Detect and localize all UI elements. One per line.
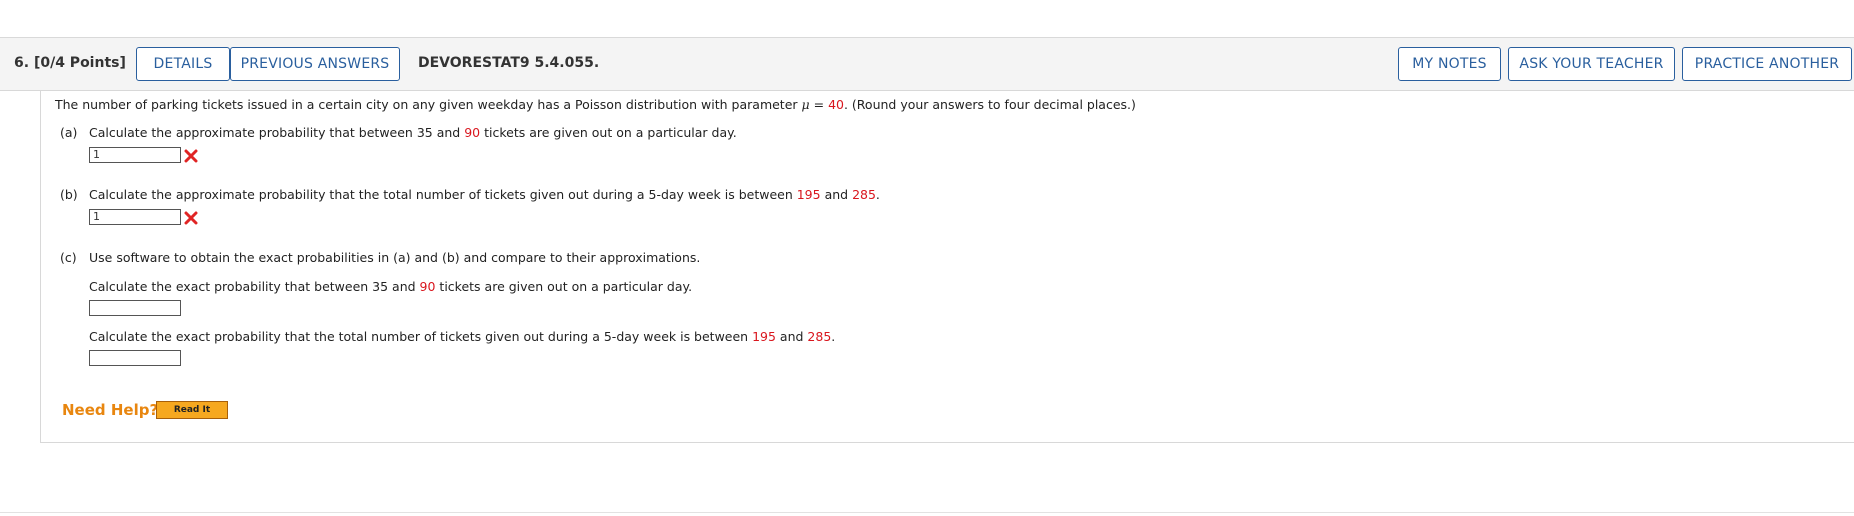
question-number: 6. [0/4 Points]: [14, 55, 126, 71]
incorrect-x-icon: [184, 211, 198, 225]
part-b-question: Calculate the approximate probability th…: [89, 187, 880, 202]
details-button[interactable]: DETAILS: [136, 47, 230, 81]
my-notes-button[interactable]: MY NOTES: [1398, 47, 1501, 81]
read-it-button[interactable]: Read It: [156, 401, 228, 419]
part-a-label: (a): [60, 125, 78, 140]
practice-another-button[interactable]: PRACTICE ANOTHER: [1682, 47, 1852, 81]
ask-your-teacher-button[interactable]: ASK YOUR TEACHER: [1508, 47, 1675, 81]
part-a-question: Calculate the approximate probability th…: [89, 125, 737, 140]
question-header: 6. [0/4 Points] DETAILS PREVIOUS ANSWERS…: [0, 38, 1854, 91]
need-help-label: Need Help?: [62, 401, 159, 419]
mu-symbol: μ: [801, 97, 810, 112]
problem-statement: The number of parking tickets issued in …: [55, 97, 1136, 112]
mu-value: 40: [828, 97, 844, 112]
bottom-divider: [0, 512, 1854, 513]
part-b-label: (b): [60, 187, 78, 202]
part-c-instruction: Use software to obtain the exact probabi…: [89, 250, 701, 265]
incorrect-x-icon: [184, 149, 198, 163]
part-a-answer-field[interactable]: 1: [89, 147, 181, 163]
previous-answers-button[interactable]: PREVIOUS ANSWERS: [230, 47, 400, 81]
question-panel: [40, 90, 1854, 443]
problem-code: DEVORESTAT9 5.4.055.: [418, 55, 600, 71]
part-c-answer-field-2[interactable]: [89, 350, 181, 366]
part-c-answer-field-1[interactable]: [89, 300, 181, 316]
part-b-answer-field[interactable]: 1: [89, 209, 181, 225]
part-c-question-1: Calculate the exact probability that bet…: [89, 279, 693, 294]
part-c-question-2: Calculate the exact probability that the…: [89, 329, 836, 344]
part-c-label: (c): [60, 250, 77, 265]
